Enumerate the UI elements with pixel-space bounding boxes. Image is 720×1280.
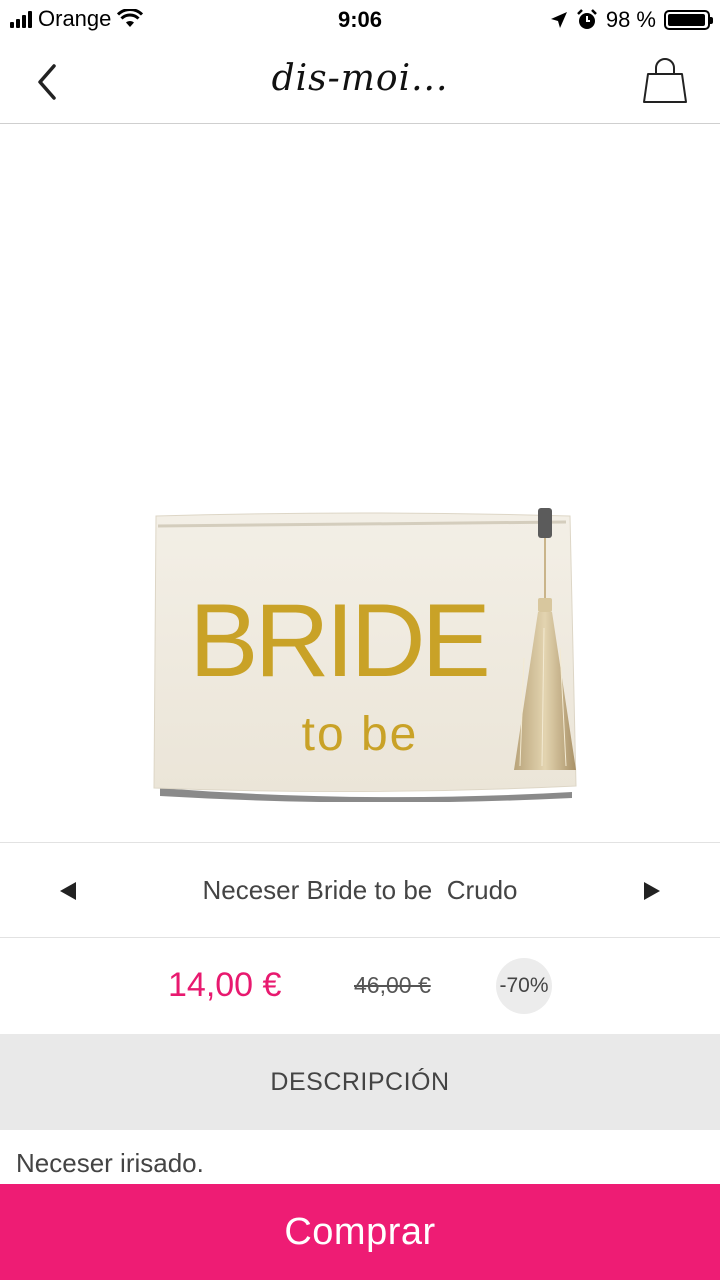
- price-row: 14,00 € 46,00 € -70%: [0, 938, 720, 1034]
- description-header[interactable]: DESCRIPCIÓN: [0, 1034, 720, 1130]
- location-icon: [550, 12, 567, 28]
- nav-bar: dis-moi...: [0, 40, 720, 124]
- signal-icon: [10, 10, 32, 28]
- status-left: Orange: [10, 6, 144, 32]
- pouch-text-bride: BRIDE: [189, 583, 487, 699]
- shopping-bag-icon: [643, 58, 687, 103]
- pouch-text-to-be: to be: [302, 708, 419, 761]
- buy-button[interactable]: Comprar: [0, 1184, 720, 1280]
- original-price: 46,00 €: [354, 972, 431, 998]
- next-product-button[interactable]: [640, 879, 664, 903]
- battery-percent: 98 %: [605, 7, 656, 32]
- carrier-name: Orange: [38, 6, 112, 31]
- cart-button[interactable]: [640, 56, 690, 106]
- triangle-right-icon: [644, 882, 660, 900]
- product-name: Neceser Bride to be Crudo: [202, 875, 518, 905]
- back-button[interactable]: [28, 60, 68, 104]
- product-image[interactable]: BRIDE to be: [0, 124, 720, 842]
- discount-badge: -70%: [496, 958, 552, 1014]
- wifi-icon: [117, 9, 144, 27]
- status-right: 98 %: [550, 7, 713, 33]
- status-bar: Orange 9:06 98 %: [0, 0, 720, 40]
- product-title-row: Neceser Bride to be Crudo: [0, 842, 720, 938]
- battery-fill: [668, 14, 706, 26]
- chevron-left-icon: [38, 64, 56, 100]
- battery-icon: [664, 10, 713, 30]
- pouch-illustration: BRIDE to be: [153, 508, 577, 802]
- brand-logo: dis-moi...: [271, 58, 449, 99]
- current-price: 14,00 €: [168, 966, 282, 1004]
- alarm-icon: [576, 9, 597, 29]
- description-text: Neceser irisado.: [16, 1148, 204, 1178]
